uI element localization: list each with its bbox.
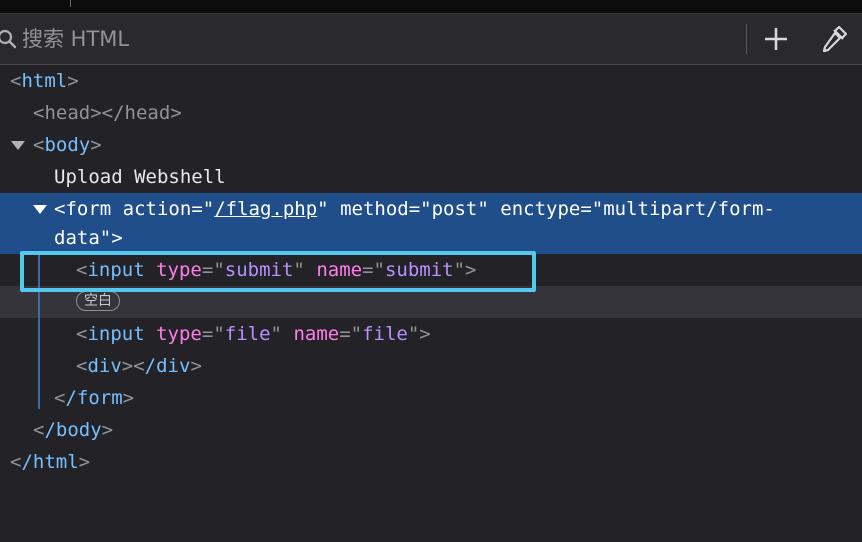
plus-icon [765,28,787,50]
attr-value: multipart/form- [603,198,775,220]
attr-name: action [122,198,192,220]
element-picker-button[interactable] [817,24,849,56]
node-body-close[interactable]: </body> [0,414,862,446]
markup-tree: <html> <head></head> <body> Upload Websh… [0,65,862,490]
tag-name: div [87,355,122,377]
node-form-open-wrap[interactable]: data"> [0,222,862,254]
tag-name: html [21,70,68,92]
node-head[interactable]: <head></head> [0,97,862,129]
toolbar-separator [746,24,747,54]
attr-value: file [362,323,408,345]
search-icon [0,29,17,49]
tag-name: /body [44,419,102,441]
eyedropper-icon [822,25,848,53]
tag-name: input [87,323,145,345]
node-div[interactable]: <div></div> [0,350,862,382]
node-body-open[interactable]: <body> [0,129,862,161]
whitespace-badge[interactable]: 空白 [76,291,120,311]
node-html-open[interactable]: <html> [0,65,862,97]
attr-value: data [54,227,100,249]
tag-name: /head [113,102,171,124]
attr-value: file [224,323,271,345]
text-content: Upload Webshell [54,166,226,188]
add-node-button[interactable] [760,24,792,54]
node-form-open[interactable]: <form action="/flag.php" method="post" e… [0,193,862,225]
tag-name: /form [65,387,123,409]
attr-value: post [431,198,478,220]
expand-triangle-icon[interactable] [11,141,25,150]
attr-name: method [340,198,409,220]
attr-name: type [156,323,202,345]
expand-triangle-icon[interactable] [33,205,47,214]
tag-name: form [65,198,112,220]
inspector-toolbar [0,14,862,65]
node-form-close[interactable]: </form> [0,382,862,414]
tag-name: head [44,102,91,124]
strip-tick [70,0,71,7]
node-input-file[interactable]: <input type="file" name="file"> [0,318,862,350]
tag-name: /html [21,451,79,473]
search-html-input[interactable] [22,24,722,54]
attr-name: name [293,323,340,345]
tag-name: /div [144,355,191,377]
tag-name: body [44,134,91,156]
highlight-box [20,251,536,292]
action-link[interactable]: /flag.php [214,198,317,220]
node-html-close[interactable]: </html> [0,446,862,478]
top-strip [0,0,862,14]
attr-name: enctype [500,198,581,220]
text-node-upload[interactable]: Upload Webshell [0,161,862,193]
